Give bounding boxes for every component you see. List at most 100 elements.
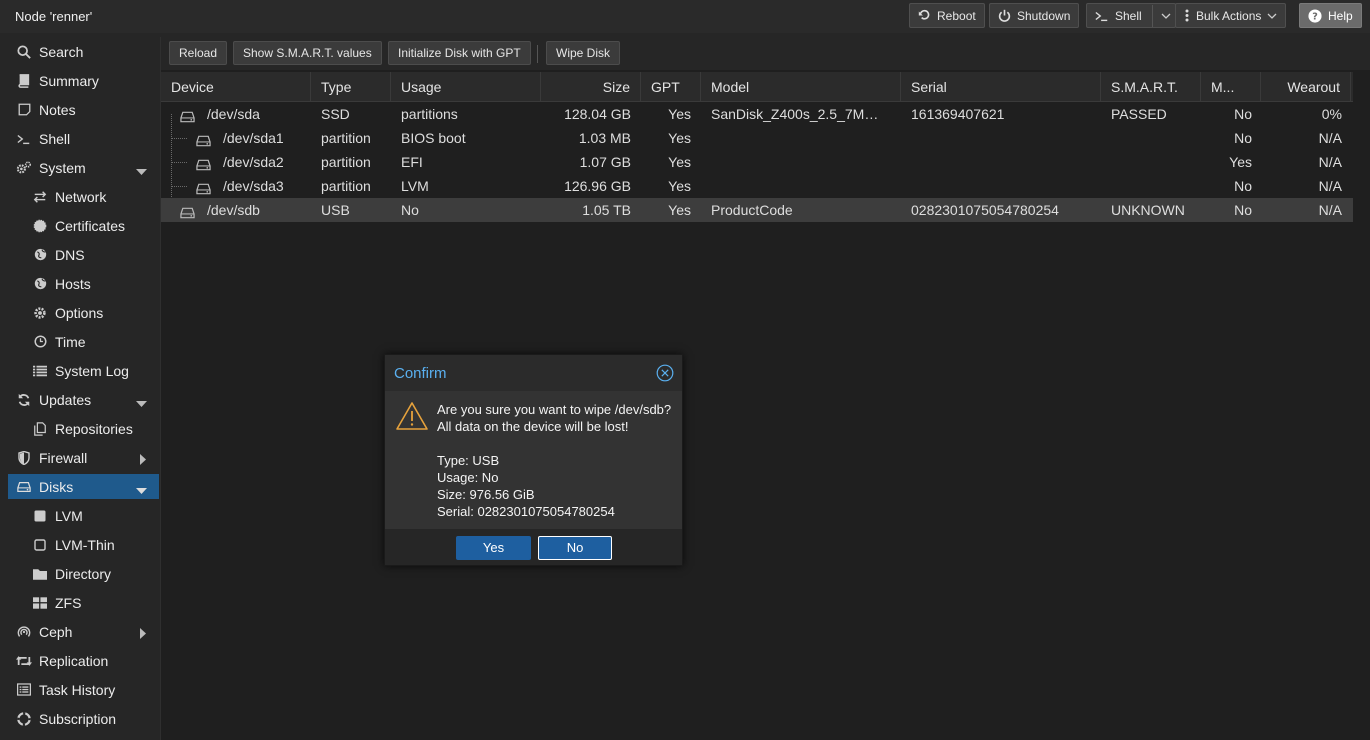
sidebar-item-label: Updates (39, 391, 92, 408)
close-icon[interactable] (656, 364, 674, 385)
chevron-down-icon[interactable] (1161, 12, 1171, 20)
column-header-mounted[interactable]: M... (1201, 72, 1261, 102)
ceph-icon (16, 624, 32, 640)
model-cell (711, 150, 887, 174)
no-button[interactable]: No (538, 536, 612, 560)
column-header-smart[interactable]: S.M.A.R.T. (1101, 72, 1201, 102)
sidebar-item-lvm[interactable]: LVM (8, 503, 159, 528)
caret-right-icon[interactable] (140, 452, 147, 468)
disks-toolbar: Reload Show S.M.A.R.T. values Initialize… (161, 37, 1370, 70)
column-header-device[interactable]: Device (161, 72, 311, 102)
serial-cell (911, 174, 1096, 198)
cogs-icon (16, 160, 32, 176)
column-header-model[interactable]: Model (701, 72, 901, 102)
note-icon (16, 102, 32, 118)
sidebar-item-zfs[interactable]: ZFS (8, 590, 159, 615)
usage-cell: No (401, 202, 419, 218)
reload-button[interactable]: Reload (169, 41, 228, 65)
sidebar-item-search[interactable]: Search (8, 39, 159, 64)
sidebar-item-subscription[interactable]: Subscription (8, 706, 159, 731)
sidebar-item-label: Network (55, 188, 107, 205)
help-button[interactable]: ? Help (1299, 3, 1362, 28)
table-row[interactable]: /dev/sda1 partition BIOS boot 1.03 MB Ye… (161, 126, 1353, 150)
column-header-gpt[interactable]: GPT (641, 72, 701, 102)
files-icon (32, 421, 48, 437)
shell-button[interactable]: Shell (1086, 3, 1176, 28)
bulk-actions-label: Bulk Actions (1196, 8, 1262, 23)
sidebar-item-network[interactable]: Network (8, 184, 159, 209)
show-smart-button[interactable]: Show S.M.A.R.T. values (233, 41, 382, 65)
sidebar-item-hosts[interactable]: Hosts (8, 271, 159, 296)
sidebar-item-label: Time (55, 333, 86, 350)
sidebar-item-shell[interactable]: Shell (8, 126, 159, 151)
sidebar-item-time[interactable]: Time (8, 329, 159, 354)
sidebar-item-directory[interactable]: Directory (8, 561, 159, 586)
certificate-icon (32, 218, 48, 234)
smart-cell: PASSED (1111, 106, 1167, 122)
sidebar-item-summary[interactable]: Summary (8, 68, 159, 93)
mounted-cell: Yes (1229, 154, 1252, 170)
sidebar-item-disks[interactable]: Disks (8, 474, 159, 499)
sidebar: Search Summary Notes Shell System Networ… (0, 37, 160, 740)
usage-cell: BIOS boot (401, 130, 466, 146)
list-alt-icon (16, 682, 32, 698)
sidebar-item-updates[interactable]: Updates (8, 387, 159, 412)
size-cell: 1.07 GB (579, 154, 631, 170)
sidebar-item-ceph[interactable]: Ceph (8, 619, 159, 644)
svg-text:?: ? (1312, 11, 1318, 22)
sidebar-item-options[interactable]: Options (8, 300, 159, 325)
table-row[interactable]: /dev/sda2 partition EFI 1.07 GB Yes Yes … (161, 150, 1353, 174)
question-circle-icon: ? (1308, 8, 1322, 23)
reboot-button[interactable]: Reboot (909, 3, 985, 28)
sidebar-item-notes[interactable]: Notes (8, 97, 159, 122)
sidebar-item-label: Hosts (55, 275, 91, 292)
gpt-cell: Yes (668, 202, 691, 218)
mounted-cell: No (1234, 130, 1252, 146)
serial-cell (911, 150, 1096, 174)
wipe-disk-button[interactable]: Wipe Disk (546, 41, 621, 65)
table-row[interactable]: /dev/sda3 partition LVM 126.96 GB Yes No… (161, 174, 1353, 198)
wearout-cell: N/A (1318, 154, 1342, 170)
sidebar-item-dns[interactable]: DNS (8, 242, 159, 267)
disks-panel: Reload Show S.M.A.R.T. values Initialize… (160, 37, 1370, 740)
yes-button[interactable]: Yes (456, 536, 531, 560)
dialog-header[interactable]: Confirm (385, 355, 682, 391)
sidebar-item-system-log[interactable]: System Log (8, 358, 159, 383)
sidebar-item-label: System (39, 159, 86, 176)
column-header-serial[interactable]: Serial (901, 72, 1101, 102)
support-icon (16, 711, 32, 727)
clock-icon (32, 334, 48, 350)
caret-down-icon[interactable] (136, 395, 147, 411)
column-header-wearout[interactable]: Wearout (1261, 72, 1351, 102)
sidebar-item-repositories[interactable]: Repositories (8, 416, 159, 441)
model-cell (711, 126, 887, 150)
sidebar-item-replication[interactable]: Replication (8, 648, 159, 673)
mounted-cell: No (1234, 202, 1252, 218)
caret-down-icon[interactable] (136, 163, 147, 179)
sidebar-item-label: Notes (39, 101, 76, 118)
column-header-usage[interactable]: Usage (391, 72, 541, 102)
shutdown-label: Shutdown (1017, 8, 1071, 23)
bulk-actions-button[interactable]: Bulk Actions (1175, 3, 1287, 28)
sidebar-item-label: LVM-Thin (55, 536, 115, 553)
caret-down-icon[interactable] (136, 482, 147, 498)
exchange-icon (32, 189, 48, 205)
sidebar-item-label: Search (39, 43, 84, 60)
grid-icon (32, 595, 48, 611)
sidebar-item-label: Directory (55, 565, 112, 582)
size-cell: 126.96 GB (564, 178, 631, 194)
sidebar-item-system[interactable]: System (8, 155, 159, 180)
caret-right-icon[interactable] (140, 626, 147, 642)
table-row[interactable]: /dev/sdb USB No 1.05 TB Yes ProductCode … (161, 198, 1353, 222)
table-row[interactable]: /dev/sda SSD partitions 128.04 GB Yes Sa… (161, 102, 1353, 126)
sidebar-item-task-history[interactable]: Task History (8, 677, 159, 702)
column-header-type[interactable]: Type (311, 72, 391, 102)
sidebar-item-firewall[interactable]: Firewall (8, 445, 159, 470)
sidebar-item-certificates[interactable]: Certificates (8, 213, 159, 238)
dialog-line-size: Size: 976.56 GiB (437, 487, 535, 502)
column-header-size[interactable]: Size (541, 72, 641, 102)
mounted-cell: No (1234, 178, 1252, 194)
initialize-gpt-button[interactable]: Initialize Disk with GPT (388, 41, 531, 65)
sidebar-item-lvm-thin[interactable]: LVM-Thin (8, 532, 159, 557)
shutdown-button[interactable]: Shutdown (989, 3, 1080, 28)
